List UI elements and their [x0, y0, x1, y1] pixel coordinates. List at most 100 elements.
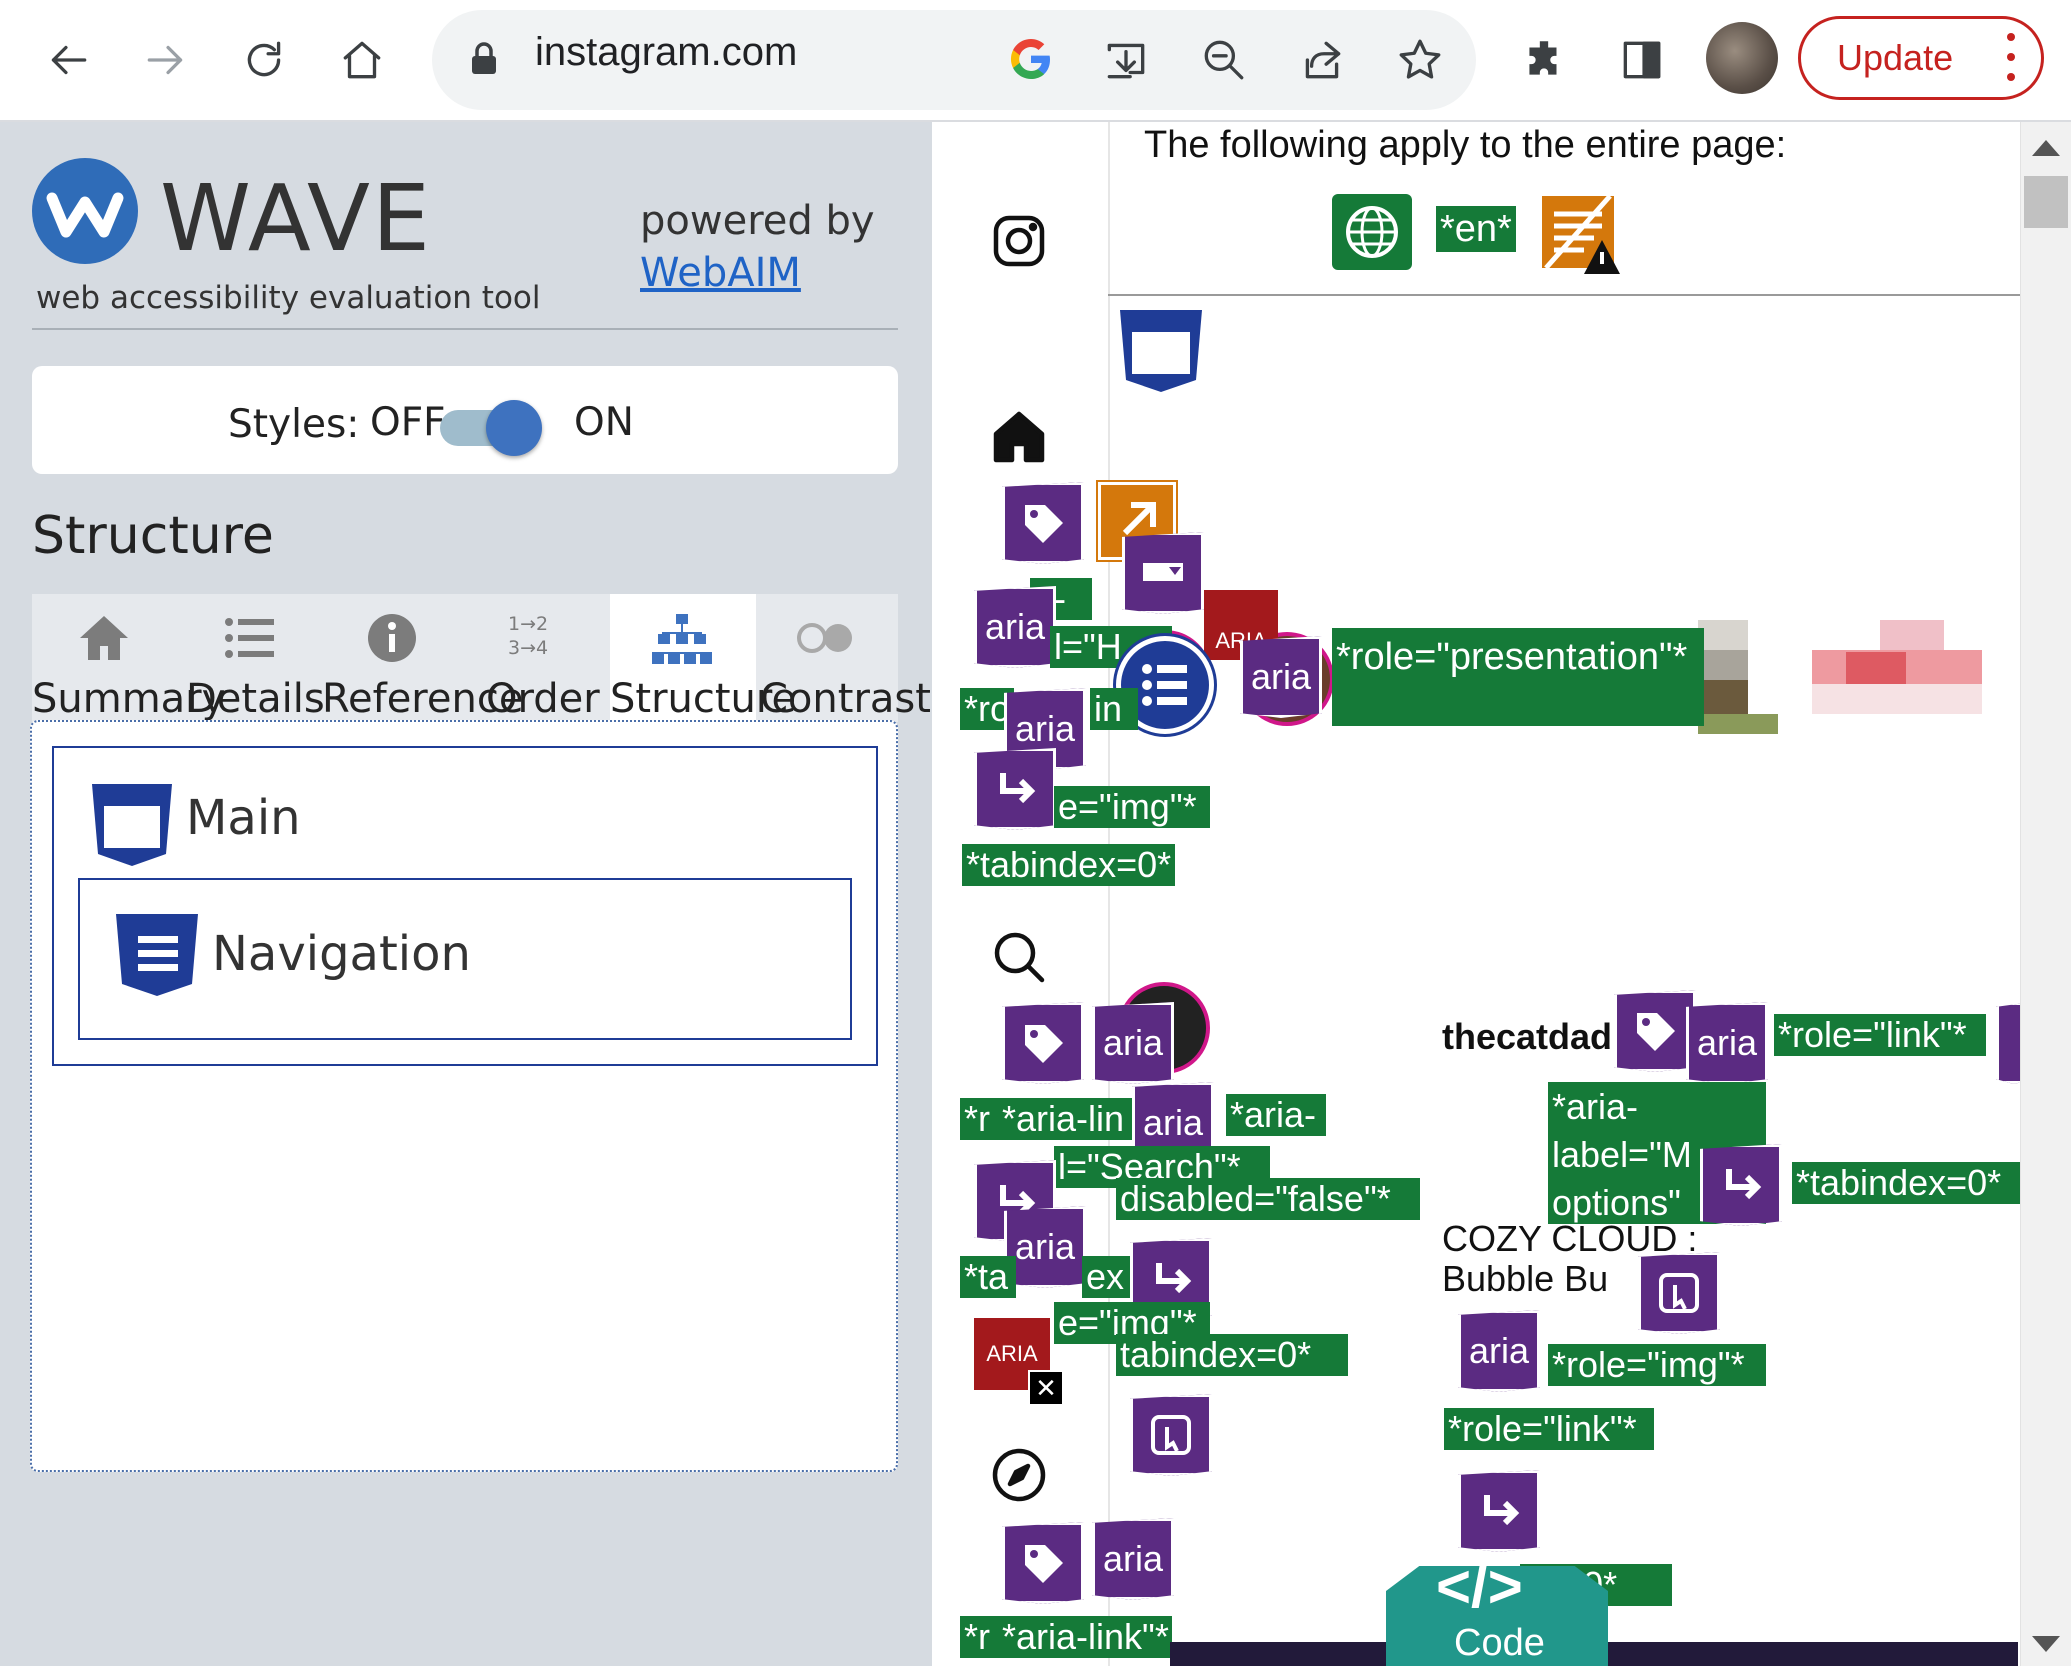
- aria-icon[interactable]: aria: [1240, 636, 1322, 718]
- url-text[interactable]: instagram.com: [535, 30, 797, 75]
- aria-disabled-tag[interactable]: disabled="false"*: [1116, 1178, 1420, 1220]
- tabindex-arrow-icon[interactable]: [974, 748, 1056, 830]
- webaim-link[interactable]: WebAIM: [640, 250, 801, 296]
- code-icon[interactable]: </>: [1436, 1552, 1523, 1621]
- blurred-block: [1880, 620, 1944, 650]
- role-presentation-tag[interactable]: *role="presentation"*: [1332, 628, 1704, 726]
- blurred-block: [1846, 652, 1906, 684]
- tabindex-tag[interactable]: tabindex=0*: [1116, 1334, 1348, 1376]
- instagram-logo-icon[interactable]: [990, 212, 1048, 270]
- nav-divider: [1108, 122, 1110, 1666]
- main-landmark-icon: [88, 780, 176, 868]
- bookmark-star-icon[interactable]: [1382, 22, 1458, 98]
- aria-label-tag-icon[interactable]: [1614, 990, 1696, 1072]
- tap-target-icon[interactable]: [1130, 1394, 1212, 1476]
- scroll-up-arrow-icon[interactable]: [2032, 140, 2060, 156]
- wave-logo-icon: [32, 158, 138, 264]
- instagram-search-icon[interactable]: [990, 928, 1048, 986]
- wave-subtitle: web accessibility evaluation tool: [36, 280, 541, 316]
- ex-partial-tag[interactable]: ex: [1082, 1256, 1134, 1298]
- alert-document-icon[interactable]: [1540, 194, 1622, 276]
- blurred-block: [1698, 650, 1748, 680]
- lock-icon[interactable]: [470, 42, 498, 76]
- google-icon[interactable]: [1008, 36, 1054, 82]
- instagram-home-icon[interactable]: [990, 408, 1048, 466]
- role-img-tag[interactable]: *role="img"*: [1548, 1344, 1766, 1386]
- tabindex-tag[interactable]: *tabindex=0*: [1792, 1162, 2020, 1204]
- language-globe-icon[interactable]: [1332, 194, 1412, 270]
- role-img-tag[interactable]: e="img"*: [1054, 786, 1210, 828]
- tap-target-icon[interactable]: [1638, 1252, 1720, 1334]
- home-icon[interactable]: [324, 22, 400, 98]
- aria-icon[interactable]: aria: [1458, 1310, 1540, 1392]
- blurred-block: [1698, 680, 1748, 714]
- tabindex-tag[interactable]: *tabindex=0*: [962, 844, 1176, 886]
- powered-by-text: powered by: [640, 198, 875, 244]
- tab-contrast[interactable]: Contrast: [760, 676, 931, 722]
- aria-icon[interactable]: aria: [974, 586, 1056, 668]
- profile-avatar[interactable]: [1706, 22, 1778, 94]
- reload-icon[interactable]: [226, 22, 302, 98]
- styles-label: Styles:: [228, 402, 360, 447]
- role-link-tag[interactable]: *role="link"*: [1444, 1408, 1654, 1450]
- zoom-out-icon[interactable]: [1186, 22, 1262, 98]
- tabindex-arrow-icon[interactable]: [1458, 1470, 1540, 1552]
- role-link-tag[interactable]: *role="link"*: [1774, 1014, 1986, 1056]
- lang-tag[interactable]: *en*: [1436, 206, 1516, 252]
- aria-link-tag[interactable]: *aria-lin: [998, 1098, 1134, 1140]
- details-list-icon[interactable]: [220, 612, 280, 664]
- aria-icon[interactable]: aria: [1004, 1206, 1086, 1288]
- summary-home-icon[interactable]: [74, 612, 134, 664]
- navigation-landmark-icon: [112, 910, 202, 1000]
- install-icon[interactable]: [1088, 22, 1164, 98]
- blurred-block: [1812, 684, 1982, 714]
- aria-label-tag-icon[interactable]: [1002, 482, 1084, 564]
- tabindex-arrow-icon[interactable]: [1700, 1144, 1782, 1226]
- update-button[interactable]: Update: [1798, 16, 2044, 100]
- page-scrollbar[interactable]: [2020, 122, 2071, 1666]
- post-username[interactable]: thecatdad: [1442, 1016, 1612, 1058]
- r-partial-tag[interactable]: *r: [960, 1616, 1002, 1658]
- page-main-landmark-icon[interactable]: [1116, 306, 1206, 396]
- structure-hierarchy-icon[interactable]: [652, 612, 712, 664]
- aria-in-tag[interactable]: in: [1090, 688, 1138, 730]
- share-icon[interactable]: [1284, 22, 1360, 98]
- side-panel-icon[interactable]: [1604, 22, 1680, 98]
- aria-label-tag-icon[interactable]: [1002, 1522, 1084, 1604]
- back-icon[interactable]: [30, 22, 106, 98]
- forward-icon[interactable]: [128, 22, 204, 98]
- entire-page-text: The following apply to the entire page:: [1144, 124, 1787, 166]
- r-partial-tag[interactable]: *r: [960, 1098, 1002, 1140]
- browser-toolbar: instagram.com Update: [0, 0, 2071, 122]
- aria-link-tag[interactable]: *aria-link"*: [998, 1616, 1172, 1658]
- kebab-menu-icon[interactable]: [2007, 33, 2015, 83]
- blurred-block: [1698, 714, 1778, 734]
- aria-dash-tag[interactable]: *aria-: [1226, 1094, 1326, 1136]
- divider: [32, 328, 898, 330]
- tab-order[interactable]: Order: [486, 676, 600, 722]
- select-dropdown-icon[interactable]: [1122, 532, 1204, 614]
- scroll-down-arrow-icon[interactable]: [2032, 1636, 2060, 1652]
- main-label: Main: [186, 790, 301, 846]
- code-label[interactable]: Code: [1454, 1622, 1545, 1665]
- wave-title: WAVE: [160, 165, 433, 272]
- tab-partial-tag[interactable]: *ta: [960, 1256, 1016, 1298]
- section-heading: Structure: [32, 506, 274, 566]
- aria-icon[interactable]: aria: [1092, 1002, 1174, 1084]
- navigation-label: Navigation: [212, 926, 471, 982]
- post-caption-line2: Bubble Bu: [1442, 1258, 1609, 1299]
- tab-details[interactable]: Details: [186, 676, 325, 722]
- order-icon[interactable]: 1→2 3→4: [508, 612, 568, 664]
- styles-toggle-knob[interactable]: [486, 400, 542, 456]
- scrollbar-thumb[interactable]: [2024, 176, 2068, 228]
- aria-label-tag-icon[interactable]: [1002, 1002, 1084, 1084]
- extensions-icon[interactable]: [1506, 22, 1582, 98]
- instagram-explore-icon[interactable]: [990, 1446, 1048, 1504]
- aria-icon[interactable]: aria: [1686, 1002, 1768, 1084]
- contrast-icon[interactable]: [794, 612, 854, 664]
- reference-info-icon[interactable]: [362, 612, 422, 664]
- aria-icon[interactable]: aria: [1092, 1518, 1174, 1600]
- blurred-block: [1698, 620, 1748, 650]
- update-label: Update: [1837, 37, 1954, 78]
- error-x-icon: ✕: [1028, 1370, 1064, 1406]
